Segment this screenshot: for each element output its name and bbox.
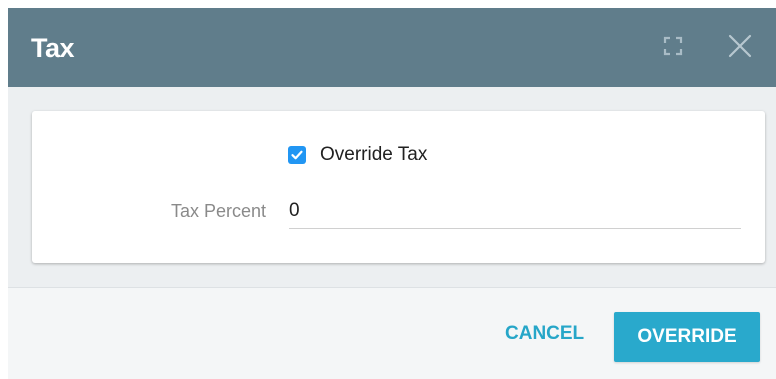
dialog-title: Tax: [31, 33, 75, 63]
close-icon: [727, 33, 753, 64]
cancel-button[interactable]: CANCEL: [495, 314, 594, 354]
checkmark-icon: [291, 150, 303, 160]
tax-dialog: Tax Override Tax Tax Percent 0 CANCEL OV…: [8, 8, 776, 379]
form-card: Override Tax Tax Percent: [32, 111, 765, 263]
override-button[interactable]: OVERRIDE: [614, 312, 760, 362]
expand-button[interactable]: [655, 30, 691, 66]
dialog-header: Tax: [8, 8, 776, 87]
tax-percent-input[interactable]: [289, 193, 741, 229]
tax-percent-label: Tax Percent: [170, 201, 266, 221]
override-tax-toggle[interactable]: Override Tax: [288, 143, 427, 167]
close-button[interactable]: [722, 30, 758, 66]
dialog-body: Override Tax Tax Percent: [8, 87, 776, 287]
override-tax-label: Override Tax: [320, 144, 428, 165]
dialog-footer: CANCEL OVERRIDE: [8, 288, 776, 379]
fullscreen-icon: [661, 34, 685, 63]
override-tax-checkbox[interactable]: [288, 146, 306, 164]
